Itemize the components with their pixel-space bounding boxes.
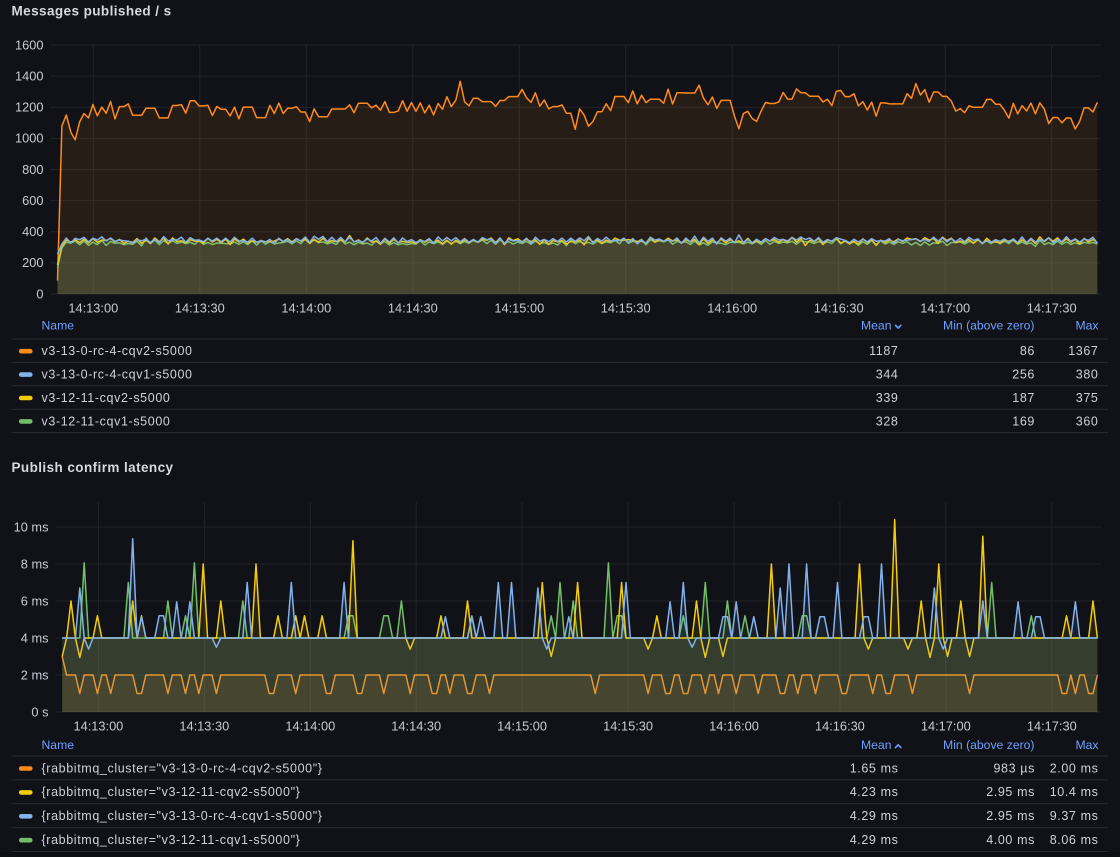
svg-text:6 ms: 6 ms [21,593,49,608]
svg-text:339: 339 [876,391,899,405]
svg-text:14:13:00: 14:13:00 [73,719,123,734]
svg-text:14:16:00: 14:16:00 [707,301,757,316]
svg-text:187: 187 [1012,391,1035,405]
svg-text:Messages published / s: Messages published / s [12,3,172,18]
svg-text:0: 0 [36,286,43,301]
svg-text:375: 375 [1076,391,1099,405]
svg-text:v3-12-11-cqv1-s5000: v3-12-11-cqv1-s5000 [42,414,171,428]
svg-text:Min (above zero): Min (above zero) [943,738,1034,752]
svg-text:{rabbitmq_cluster="v3-13-0-rc-: {rabbitmq_cluster="v3-13-0-rc-4-cqv2-s50… [42,761,323,775]
svg-text:2 ms: 2 ms [21,667,49,682]
svg-text:1600: 1600 [15,37,43,52]
svg-text:14:17:30: 14:17:30 [1027,301,1077,316]
svg-text:v3-13-0-rc-4-cqv2-s5000: v3-13-0-rc-4-cqv2-s5000 [42,344,193,358]
svg-text:4.29 ms: 4.29 ms [850,809,899,823]
svg-text:328: 328 [876,414,899,428]
svg-text:{rabbitmq_cluster="v3-12-11-cq: {rabbitmq_cluster="v3-12-11-cqv2-s5000"} [42,785,301,799]
svg-text:1367: 1367 [1068,344,1098,358]
svg-text:200: 200 [22,255,43,270]
svg-text:1200: 1200 [15,100,43,115]
svg-text:Mean: Mean [861,319,892,333]
svg-text:4.29 ms: 4.29 ms [850,833,899,847]
svg-text:Mean: Mean [861,738,892,752]
svg-text:2.95 ms: 2.95 ms [986,785,1035,799]
svg-text:1.65 ms: 1.65 ms [850,761,899,775]
svg-text:2.95 ms: 2.95 ms [986,809,1035,823]
svg-text:169: 169 [1012,414,1035,428]
svg-text:14:15:30: 14:15:30 [603,719,653,734]
svg-text:0 s: 0 s [31,704,48,719]
svg-text:14:13:30: 14:13:30 [179,719,229,734]
svg-text:Name: Name [42,319,75,333]
svg-text:v3-12-11-cqv2-s5000: v3-12-11-cqv2-s5000 [42,391,171,405]
svg-text:1187: 1187 [869,344,898,358]
svg-text:2.00 ms: 2.00 ms [1050,761,1099,775]
svg-text:4.23 ms: 4.23 ms [850,785,899,799]
svg-text:10 ms: 10 ms [14,519,49,534]
svg-text:14:17:30: 14:17:30 [1027,719,1077,734]
svg-text:10.4 ms: 10.4 ms [1050,785,1099,799]
svg-text:983 µs: 983 µs [993,761,1035,775]
svg-text:{rabbitmq_cluster="v3-12-11-cq: {rabbitmq_cluster="v3-12-11-cqv1-s5000"} [42,833,301,847]
svg-text:4 ms: 4 ms [21,630,49,645]
svg-text:14:14:30: 14:14:30 [388,301,438,316]
svg-text:14:17:00: 14:17:00 [921,719,971,734]
svg-text:v3-13-0-rc-4-cqv1-s5000: v3-13-0-rc-4-cqv1-s5000 [42,368,193,382]
svg-text:Max: Max [1075,738,1098,752]
svg-text:14:15:30: 14:15:30 [601,301,651,316]
svg-text:800: 800 [22,162,43,177]
svg-text:Min (above zero): Min (above zero) [943,319,1034,333]
svg-text:14:13:00: 14:13:00 [68,301,118,316]
svg-text:Max: Max [1075,319,1098,333]
svg-text:1000: 1000 [15,131,43,146]
svg-text:14:14:00: 14:14:00 [281,301,331,316]
svg-text:256: 256 [1012,368,1035,382]
svg-text:344: 344 [876,368,899,382]
svg-text:14:16:00: 14:16:00 [709,719,759,734]
svg-text:360: 360 [1076,414,1099,428]
svg-text:1400: 1400 [15,68,43,83]
svg-text:14:14:00: 14:14:00 [285,719,335,734]
svg-text:14:15:00: 14:15:00 [497,719,547,734]
svg-text:14:17:00: 14:17:00 [920,301,970,316]
svg-text:400: 400 [22,224,43,239]
svg-text:14:14:30: 14:14:30 [391,719,441,734]
svg-text:8 ms: 8 ms [21,556,49,571]
svg-text:Name: Name [42,738,75,752]
svg-text:14:15:00: 14:15:00 [494,301,544,316]
svg-text:14:16:30: 14:16:30 [815,719,865,734]
svg-text:380: 380 [1076,368,1099,382]
svg-text:86: 86 [1020,344,1035,358]
svg-text:4.00 ms: 4.00 ms [986,833,1035,847]
svg-text:{rabbitmq_cluster="v3-13-0-rc-: {rabbitmq_cluster="v3-13-0-rc-4-cqv1-s50… [42,809,323,823]
svg-text:14:13:30: 14:13:30 [175,301,225,316]
svg-text:9.37 ms: 9.37 ms [1050,809,1099,823]
svg-text:Publish confirm latency: Publish confirm latency [12,460,174,475]
svg-text:8.06 ms: 8.06 ms [1050,833,1099,847]
svg-text:14:16:30: 14:16:30 [814,301,864,316]
svg-text:600: 600 [22,193,43,208]
